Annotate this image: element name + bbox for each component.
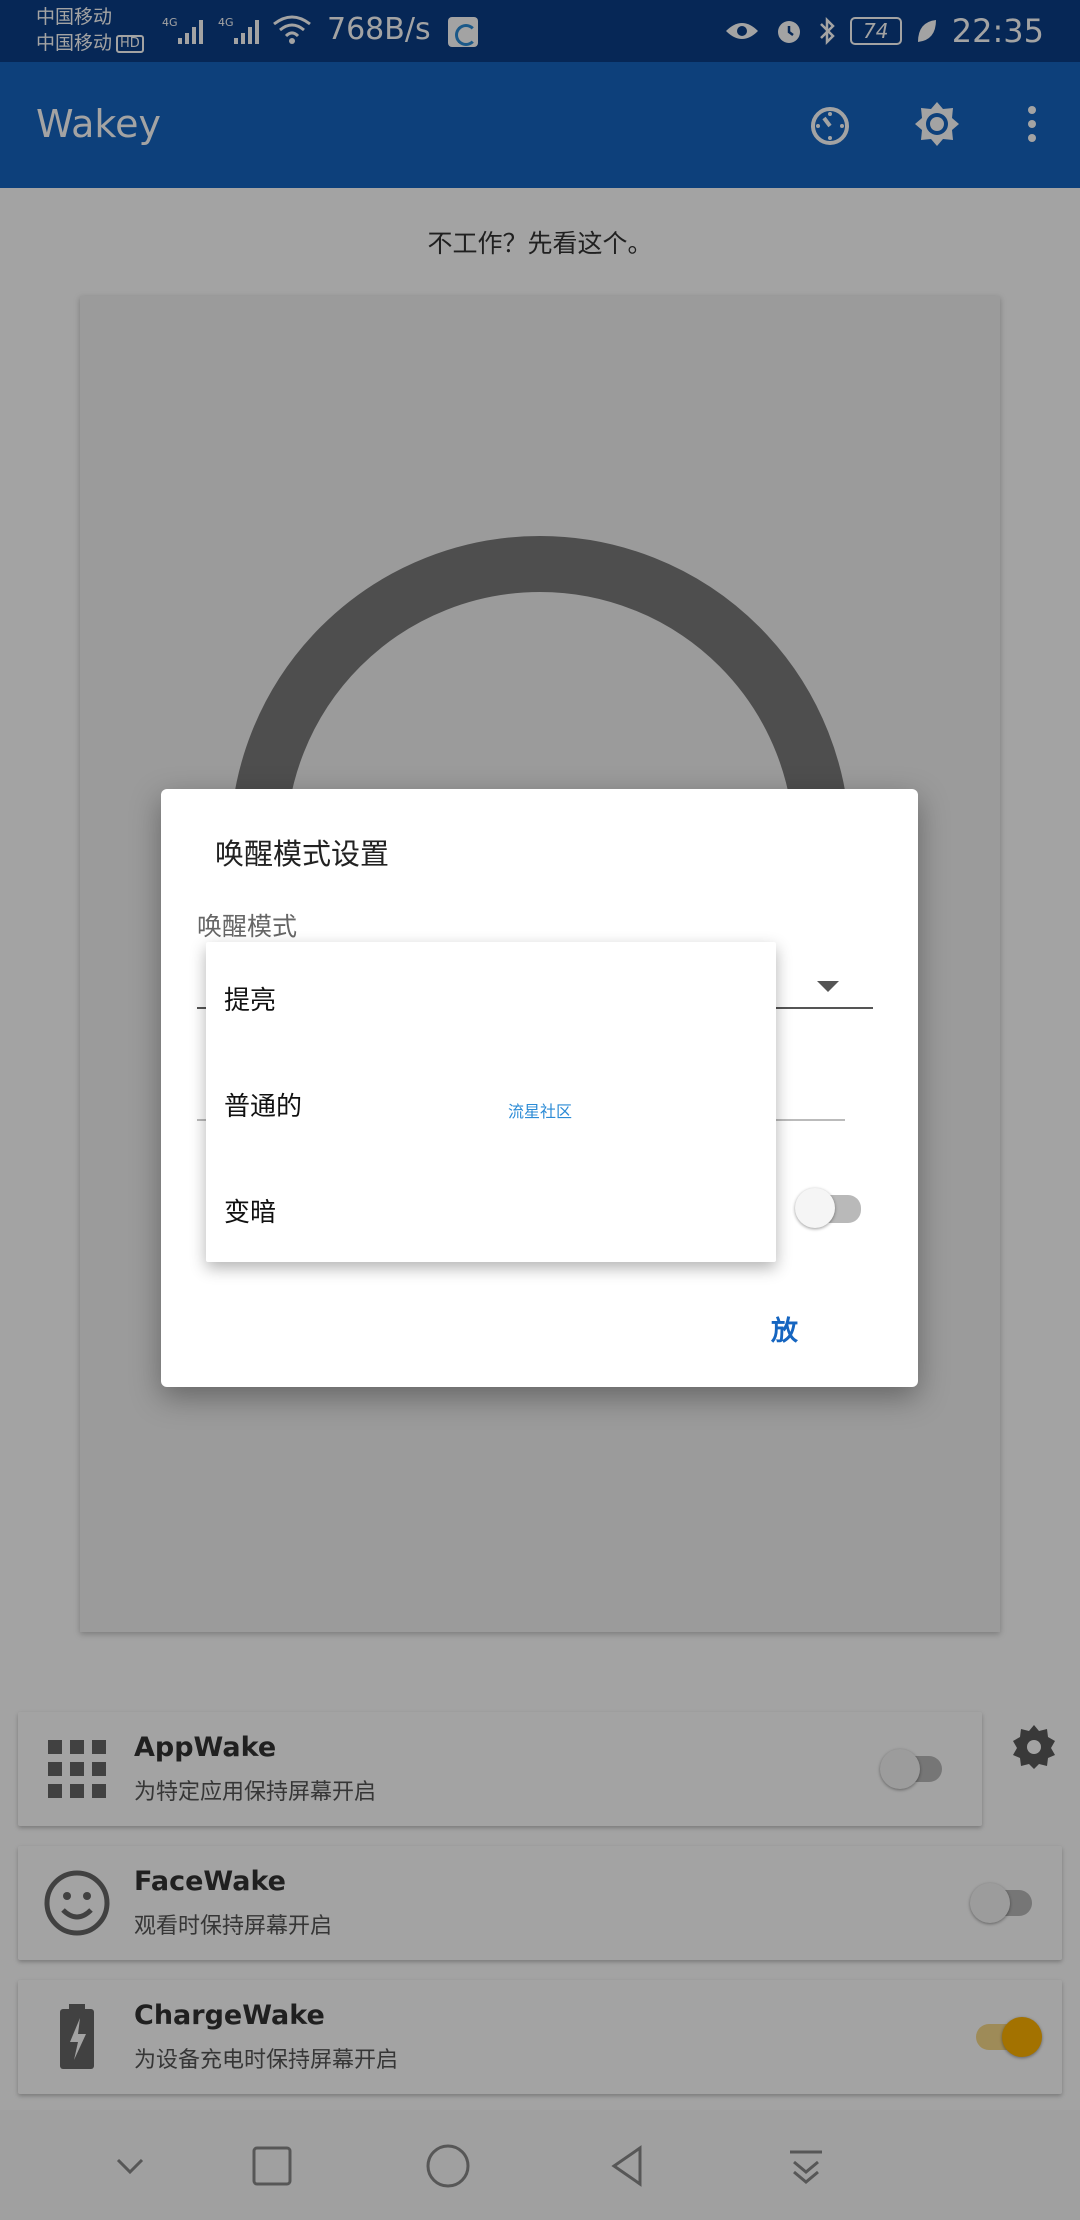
- toggle-track: [795, 1188, 861, 1228]
- app-screen: 中国移动 中国移动 HD 4G 4G 768B/s 74 22:35 Wakey…: [0, 0, 1080, 2220]
- dropdown-option-dim[interactable]: 变暗: [224, 1192, 276, 1229]
- dropdown-option-normal[interactable]: 普通的: [224, 1086, 302, 1123]
- dialog-title: 唤醒模式设置: [215, 837, 390, 871]
- wake-mode-label: 唤醒模式: [197, 912, 298, 941]
- toggle-thumb: [795, 1188, 835, 1228]
- dialog-option-toggle[interactable]: [795, 1188, 861, 1228]
- watermark: 流星社区: [508, 1102, 573, 1121]
- wake-mode-dropdown: 提亮 普通的 变暗: [206, 942, 776, 1262]
- dialog-confirm-button[interactable]: 放: [771, 1309, 798, 1348]
- dropdown-option-brighten[interactable]: 提亮: [224, 980, 276, 1017]
- chevron-down-icon[interactable]: [817, 981, 839, 992]
